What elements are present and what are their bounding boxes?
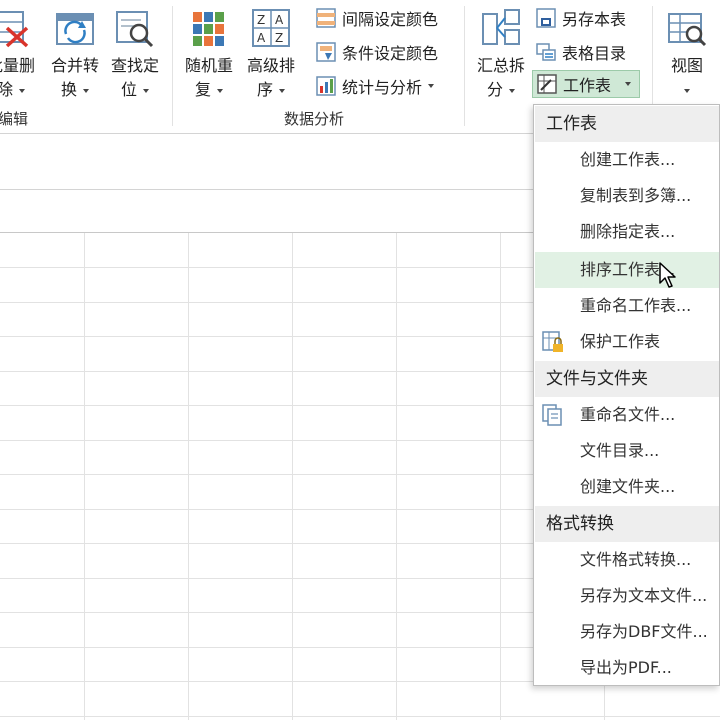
random-sort-label-1: 随机重 [184,56,233,75]
merge-convert-label-2: 换 [60,80,77,99]
view-label: 视图 [670,56,703,75]
protect-sheet-icon [542,331,563,352]
worksheet-label: 工作表 [563,76,612,95]
batch-delete-button[interactable]: 批量删 除 [0,4,42,104]
rename-file-icon [542,404,562,426]
menu-item-save-text[interactable]: 另存为文本文件... [535,578,719,614]
grid-column-line [84,233,85,720]
chevron-down-icon [509,88,515,93]
mouse-cursor-icon [659,262,676,288]
batch-delete-label-1: 批量删 [0,56,35,75]
interval-color-label: 间隔设定颜色 [342,10,439,29]
view-button[interactable]: 视图 [656,4,718,104]
condition-color-icon [316,42,336,62]
grid-column-line [188,233,189,720]
chevron-down-icon [625,82,632,86]
interval-color-icon [316,8,336,28]
group-divider [464,6,465,126]
worksheet-dropdown-menu: 工作表 创建工作表... 复制表到多簿... 删除指定表... 排序工作表...… [533,104,720,686]
svg-text:Z: Z [257,13,265,27]
random-sort-label-2: 复 [194,80,211,99]
find-locate-button[interactable]: 查找定 位 [104,4,166,104]
merge-convert-label-1: 合并转 [50,56,99,75]
table-dir-button[interactable]: 表格目录 [536,38,626,66]
stats-analysis-label: 统计与分析 [342,78,423,97]
grid-column-line [500,233,501,720]
advanced-sort-icon: Z A A Z [252,9,290,47]
batch-delete-label-2: 除 [0,80,13,99]
grid-column-line [396,233,397,720]
section-format: 格式转换 [535,506,719,542]
save-sheet-label: 另存本表 [562,10,627,29]
menu-item-export-pdf[interactable]: 导出为PDF... [535,650,719,686]
data-group-label: 数据分析 [284,110,345,128]
grid-row-line [0,716,720,717]
save-sheet-button[interactable]: 另存本表 [536,4,626,32]
chevron-down-icon [217,88,223,93]
find-locate-label-1: 查找定 [110,56,159,75]
advanced-sort-button[interactable]: Z A A Z 高级排 序 [240,4,302,104]
chevron-down-icon [19,88,25,93]
summary-split-icon [482,9,520,45]
stats-analysis-icon [316,76,336,96]
menu-item-copy-sheet[interactable]: 复制表到多簿... [535,178,719,214]
advanced-sort-label-1: 高级排 [246,56,295,75]
merge-convert-icon [56,13,94,45]
worksheet-icon [537,74,557,94]
worksheet-menu-button[interactable]: 工作表 [532,70,641,98]
chevron-down-icon [143,88,149,93]
random-sort-button[interactable]: 随机重 复 [178,4,240,104]
random-sort-icon [193,12,224,46]
condition-color-label: 条件设定颜色 [342,44,439,63]
rename-file-label: 重命名文件... [580,405,676,424]
menu-item-sort-sheet[interactable]: 排序工作表... [535,252,719,288]
chevron-down-icon [684,88,690,93]
svg-text:A: A [257,31,266,45]
save-sheet-icon [536,8,556,28]
find-locate-icon [116,11,154,48]
table-dir-icon [536,43,556,61]
summary-split-button[interactable]: 汇总拆 分 [470,4,532,104]
protect-sheet-label: 保护工作表 [580,332,661,351]
summary-split-label-2: 分 [486,80,503,99]
summary-split-label-1: 汇总拆 [476,56,525,75]
view-icon [668,13,707,47]
interval-color-button[interactable]: 间隔设定颜色 [316,4,438,32]
chevron-down-icon [83,88,89,93]
menu-item-protect-sheet[interactable]: 保护工作表 [535,324,719,360]
menu-item-rename-file[interactable]: 重命名文件... [535,397,719,433]
menu-item-create-folder[interactable]: 创建文件夹... [535,469,719,505]
menu-item-delete-sheet[interactable]: 删除指定表... [535,214,719,250]
advanced-sort-label-2: 序 [256,80,273,99]
find-locate-label-2: 位 [120,80,137,99]
grid-column-line [292,233,293,720]
stats-analysis-button[interactable]: 统计与分析 [316,72,435,100]
merge-convert-button[interactable]: 合并转 换 [44,4,106,104]
chevron-down-icon [428,84,435,88]
svg-text:A: A [275,13,284,27]
edit-group-label: 编辑 [0,110,29,128]
menu-item-save-dbf[interactable]: 另存为DBF文件... [535,614,719,650]
table-dir-label: 表格目录 [562,44,627,63]
menu-item-rename-sheet[interactable]: 重命名工作表... [535,288,719,324]
section-worksheet: 工作表 [535,106,719,142]
section-files: 文件与文件夹 [535,361,719,397]
condition-color-button[interactable]: 条件设定颜色 [316,38,438,66]
group-divider [172,6,173,126]
menu-item-format-convert[interactable]: 文件格式转换... [535,542,719,578]
batch-delete-icon [0,11,29,48]
chevron-down-icon [279,88,285,93]
menu-item-file-dir[interactable]: 文件目录... [535,433,719,469]
menu-item-create-sheet[interactable]: 创建工作表... [535,142,719,178]
svg-text:Z: Z [275,31,283,45]
